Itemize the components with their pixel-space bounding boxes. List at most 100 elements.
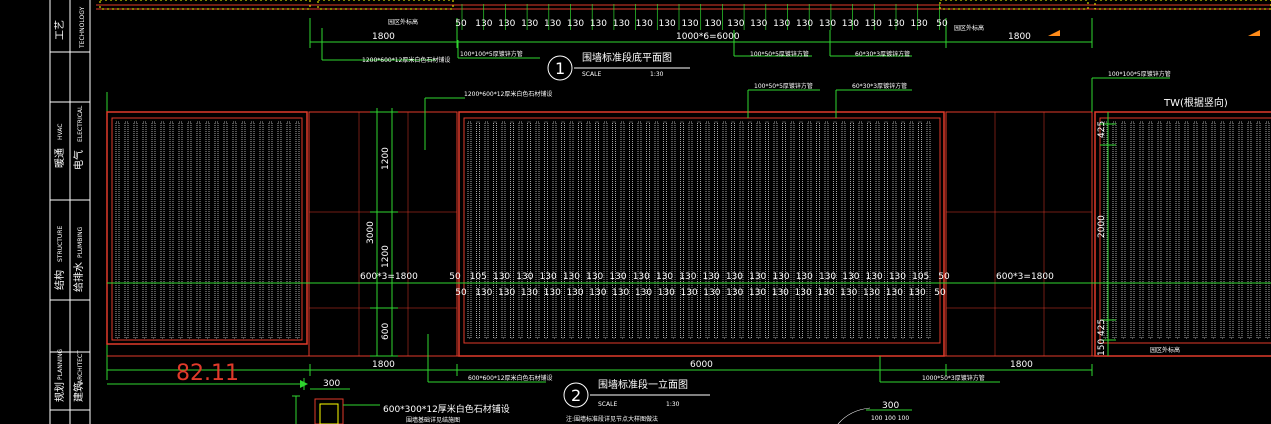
sidebar-sub-architect: ARCHITECT	[77, 350, 84, 384]
elevation-right-bottom-dim: 150	[1097, 339, 1107, 356]
sidebar-sub-technology: TECHNOLOGY	[79, 6, 86, 49]
slat-right	[1112, 121, 1117, 339]
slat-center	[510, 121, 514, 339]
plan-post-label: 50	[455, 19, 467, 29]
slat-center	[561, 121, 565, 339]
slat-dim-bottom: 50	[455, 288, 467, 298]
slat-left	[295, 121, 300, 339]
slat-center	[527, 121, 531, 339]
elevation-note-bottom-left: 600*600*12厚米白色石材铺设	[468, 374, 553, 382]
slat-right	[1166, 121, 1171, 339]
slat-dim-top: 105	[912, 272, 929, 282]
slat-right	[1238, 121, 1243, 339]
elevation-right-dim-bottom: 425	[1097, 319, 1107, 336]
slat-right	[1130, 121, 1135, 339]
plan-post-label: 130	[475, 19, 492, 29]
slat-left	[286, 121, 291, 339]
plan-boundary-right: 园区外标高	[954, 24, 984, 32]
title-block-sidebar	[49, 0, 91, 424]
elevation-bottom-right: 1800	[1010, 360, 1033, 370]
slat-center	[637, 121, 642, 339]
elevation-bottom-center: 6000	[690, 360, 713, 370]
slat-center	[501, 121, 506, 339]
slat-center	[569, 121, 574, 339]
slat-right	[1148, 121, 1153, 339]
elevation-note-b: 60*30*3厚镀锌方管	[852, 82, 907, 90]
elevation-note-c: 100*100*5厚镀锌方管	[1108, 70, 1171, 78]
sidebar-label-hvac: 暖通	[53, 148, 66, 168]
slat-center	[578, 121, 582, 339]
slat-center	[841, 121, 846, 339]
slat-left	[151, 121, 156, 339]
plan-post-label: 130	[796, 19, 813, 29]
slat-left	[160, 121, 165, 339]
slat-center	[799, 121, 803, 339]
slat-left	[214, 121, 219, 339]
slat-right	[1175, 121, 1180, 339]
plan-post-label: 130	[727, 19, 744, 29]
slat-right	[1184, 121, 1189, 339]
elevation-height-dim-1: 1200	[381, 147, 391, 170]
slat-dim-top: 130	[609, 272, 626, 282]
slat-dim-bottom: 130	[749, 288, 766, 298]
slat-center	[595, 121, 599, 339]
slat-center	[518, 121, 523, 339]
slat-center	[816, 121, 820, 339]
slat-right	[1121, 121, 1126, 339]
slat-dim-bottom: 130	[544, 288, 561, 298]
plan-post-label: 130	[865, 19, 882, 29]
slat-center	[901, 121, 905, 339]
slat-center	[722, 121, 727, 339]
plan-post-label: 130	[888, 19, 905, 29]
slat-dim-bottom: 130	[909, 288, 926, 298]
elevation-slats-left	[115, 121, 300, 339]
slat-center	[544, 121, 548, 339]
slat-dim-top: 130	[540, 272, 557, 282]
elevation-slat-dims-top: 50 105 130 130 130 130 130 130 130 130 130 130 130 13…	[449, 272, 950, 282]
slat-center	[909, 121, 914, 339]
sidebar-label-plumbing: 给排水	[72, 262, 85, 292]
plan-post-label: 130	[819, 19, 836, 29]
slat-center	[705, 121, 710, 339]
slat-left	[142, 121, 147, 339]
elevation-slats-right	[1103, 121, 1270, 339]
slat-left	[277, 121, 282, 339]
slat-left	[205, 121, 210, 339]
plan-post-label: 130	[567, 19, 584, 29]
elevation-scale: 1:30	[666, 401, 680, 408]
slat-center	[535, 121, 540, 339]
plan-post-label: 130	[750, 19, 767, 29]
cad-drawing-canvas[interactable]: 工艺 TECHNOLOGY 暖通 HVAC 电气 ELECTRICAL 结构 S…	[0, 0, 1271, 424]
slat-center	[782, 121, 786, 339]
slat-center	[739, 121, 744, 339]
slat-center	[875, 121, 880, 339]
slat-dim-bottom: 130	[681, 288, 698, 298]
slat-dim-top: 130	[772, 272, 789, 282]
slat-dim-top: 130	[703, 272, 720, 282]
plan-post-label: 130	[521, 19, 538, 29]
slat-center	[790, 121, 795, 339]
plan-post-label: 130	[590, 19, 607, 29]
elevation-right-dim-top: 425	[1097, 121, 1107, 138]
slat-dim-top: 130	[749, 272, 766, 282]
slat-dim-top: 50	[449, 272, 461, 282]
elevation-boundary-label: 园区外标高	[1150, 346, 1180, 354]
slat-center	[629, 121, 633, 339]
slat-dim-bottom: 130	[886, 288, 903, 298]
plan-center-dim: 1000*6=6000	[676, 32, 740, 42]
elevation-tw-label: TW(根据竖向)	[1163, 96, 1228, 109]
slat-dim-bottom: 130	[521, 288, 538, 298]
elevation-note-top: 1200*600*12厚米白色石材铺设	[464, 90, 552, 98]
slat-center	[688, 121, 693, 339]
slat-dim-bottom: 130	[817, 288, 834, 298]
slat-center	[773, 121, 778, 339]
plan-post-label: 130	[659, 19, 676, 29]
slat-dim-top: 130	[656, 272, 673, 282]
slat-left	[196, 121, 201, 339]
slat-center	[756, 121, 761, 339]
plan-post-label: 130	[498, 19, 515, 29]
sidebar-label-electrical: 电气	[72, 150, 85, 170]
slat-dim-bottom: 130	[795, 288, 812, 298]
slat-center	[731, 121, 735, 339]
slat-center	[603, 121, 608, 339]
